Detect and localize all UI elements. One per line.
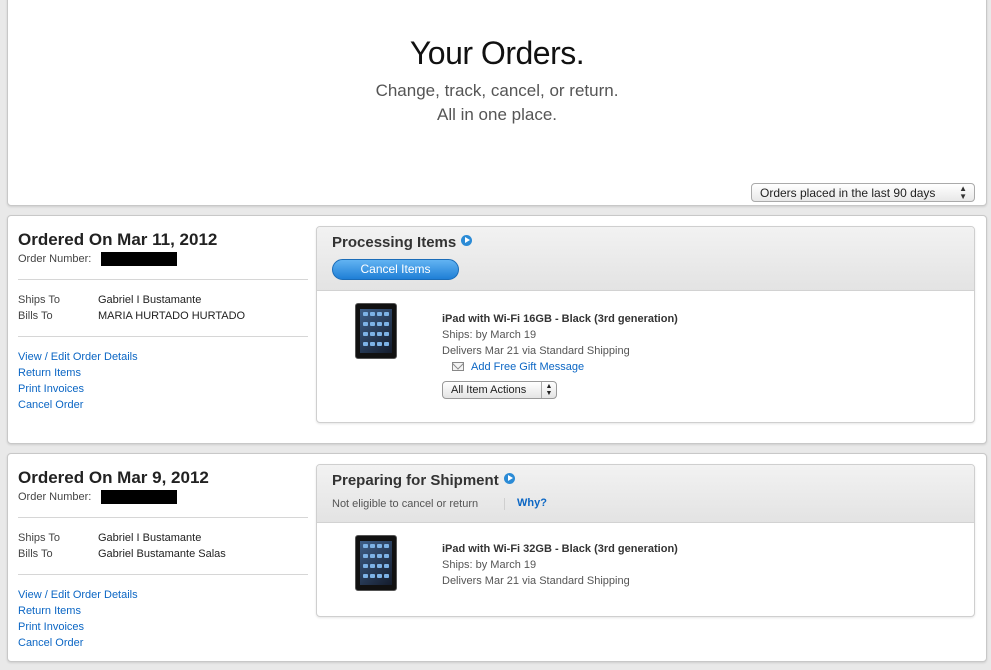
order-number-redacted [101,252,177,266]
cancel-order-link[interactable]: Cancel Order [18,637,83,649]
why-link[interactable]: Why? [517,497,547,509]
order-status-text: Preparing for Shipment [332,472,499,489]
page-subtitle-1: Change, track, cancel, or return. [375,81,619,100]
cancel-eligibility-note: Not eligible to cancel or return [332,498,479,510]
bills-to-label: Bills To [18,310,53,322]
divider [18,279,308,280]
bills-to-value: MARIA HURTADO HURTADO [98,310,246,322]
order-items-box: Preparing for Shipment Not eligible to c… [316,464,975,617]
order-date: Ordered On Mar 11, 2012 [18,230,218,249]
item-name: iPad with Wi-Fi 32GB - Black (3rd genera… [442,543,678,555]
order-status-header: Processing Items Cancel Items [317,227,974,291]
order-card: Ordered On Mar 11, 2012 Order Number: Sh… [7,215,987,444]
view-edit-order-link[interactable]: View / Edit Order Details [18,351,138,363]
order-card: Ordered On Mar 9, 2012 Order Number: Shi… [7,453,987,662]
order-status-text: Processing Items [332,234,457,251]
print-invoices-link[interactable]: Print Invoices [18,383,84,395]
bills-to-value: Gabriel Bustamante Salas [98,548,226,560]
view-edit-order-link[interactable]: View / Edit Order Details [18,589,138,601]
ships-to-label: Ships To [18,532,60,544]
item-ships: Ships: by March 19 [442,559,537,571]
cancel-order-link[interactable]: Cancel Order [18,399,83,411]
item-actions-value: All Item Actions [451,384,527,396]
add-gift-message-link[interactable]: Add Free Gift Message [452,361,584,373]
gift-message-text: Add Free Gift Message [471,361,585,373]
order-items-box: Processing Items Cancel Items iPad with … [316,226,975,423]
ipad-product-image [355,535,397,591]
filter-value: Orders placed in the last 90 days [760,186,936,200]
return-items-link[interactable]: Return Items [18,605,81,617]
order-status[interactable]: Preparing for Shipment [332,472,515,489]
item-delivers: Delivers Mar 21 via Standard Shipping [442,345,630,357]
ships-to-label: Ships To [18,294,60,306]
return-items-link[interactable]: Return Items [18,367,81,379]
item-actions-select[interactable]: All Item Actions ▲ ▼ [442,381,557,399]
page-subtitle-2: All in one place. [436,105,558,124]
divider [504,498,505,510]
ipad-product-image [355,303,397,359]
order-number-redacted [101,490,177,504]
play-arrow-icon [461,235,473,246]
select-arrows-icon: ▲ ▼ [959,184,967,201]
select-arrows-icon: ▲ ▼ [541,382,556,398]
order-status-header: Preparing for Shipment Not eligible to c… [317,465,974,523]
order-number-label: Order Number: [18,491,92,503]
order-number-label: Order Number: [18,253,92,265]
order-status[interactable]: Processing Items [332,234,473,251]
bills-to-label: Bills To [18,548,53,560]
item-ships: Ships: by March 19 [442,329,537,341]
divider [18,574,308,575]
page-title: Your Orders. [409,35,585,71]
order-date: Ordered On Mar 9, 2012 [18,468,209,487]
divider [18,517,308,518]
ships-to-value: Gabriel I Bustamante [98,294,202,306]
gift-envelope-icon [452,362,464,371]
ships-to-value: Gabriel I Bustamante [98,532,202,544]
item-name: iPad with Wi-Fi 16GB - Black (3rd genera… [442,313,678,325]
divider [18,336,308,337]
item-delivers: Delivers Mar 21 via Standard Shipping [442,575,630,587]
orders-date-filter-select[interactable]: Orders placed in the last 90 days ▲ ▼ [751,183,975,202]
print-invoices-link[interactable]: Print Invoices [18,621,84,633]
play-arrow-icon [503,473,515,484]
cancel-items-button[interactable]: Cancel Items [332,259,459,280]
orders-hero: Your Orders. Change, track, cancel, or r… [7,0,987,206]
